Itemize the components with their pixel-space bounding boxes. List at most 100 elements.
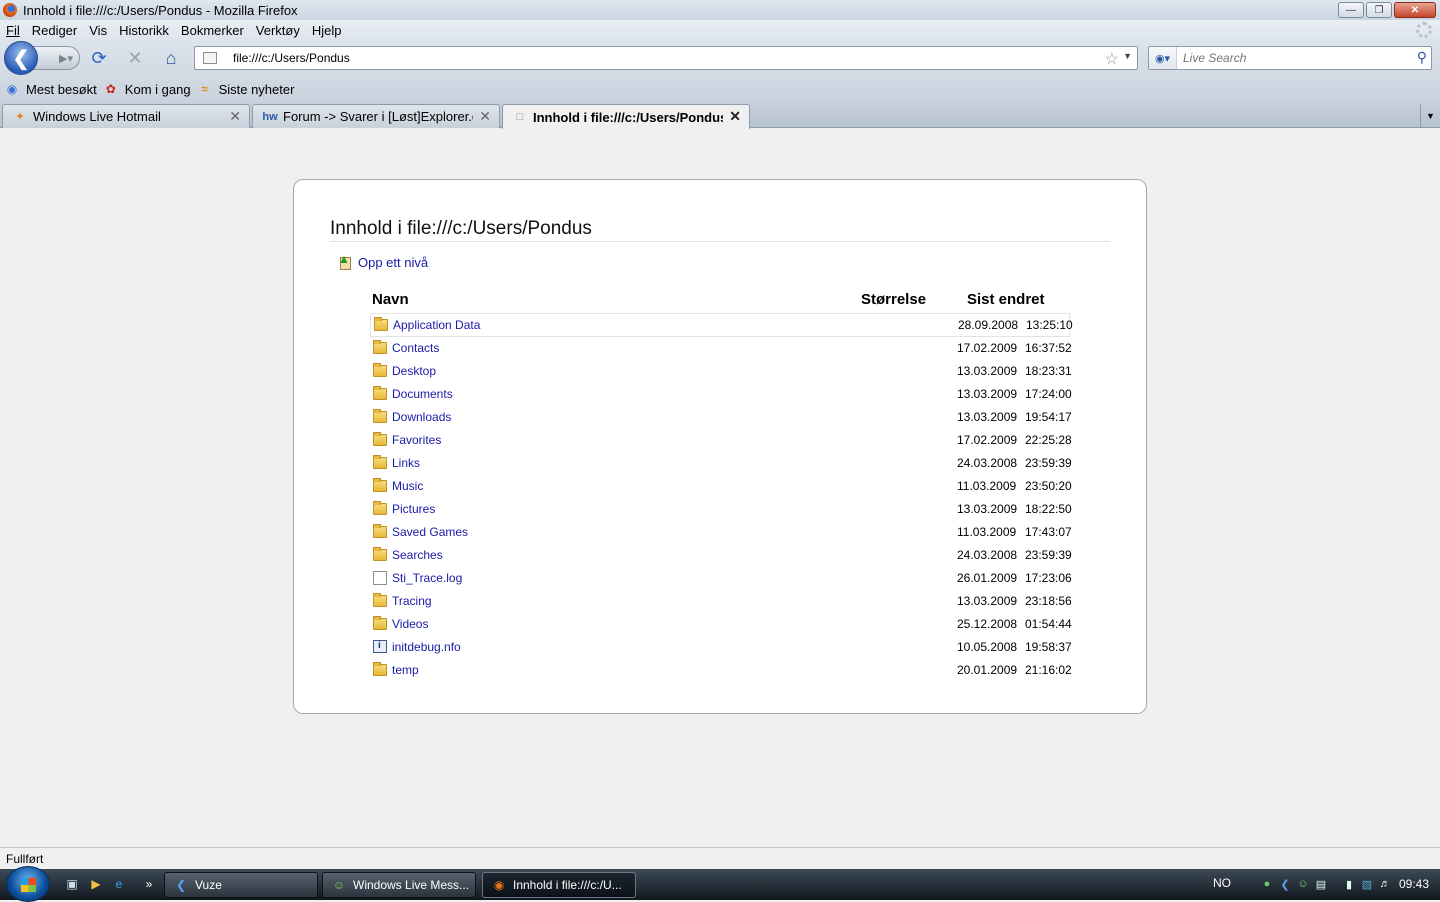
folder-icon [373, 386, 387, 400]
reload-button[interactable]: ⟳ [88, 48, 110, 68]
address-bar[interactable]: file:///c:/Users/Pondus ☆ ▼ [194, 46, 1138, 70]
show-desktop-icon[interactable]: ▣ [64, 877, 80, 891]
file-name-link[interactable]: Sti_Trace.log [392, 571, 462, 585]
tab-close-icon[interactable]: ✕ [229, 108, 241, 125]
menu-bokmerker[interactable]: Bokmerker [181, 23, 244, 38]
network-users-icon[interactable]: ● [1260, 877, 1274, 891]
file-name-link[interactable]: Documents [392, 387, 453, 401]
home-button[interactable]: ⌂ [160, 48, 182, 68]
forward-arrow-icon: ▶▾ [59, 52, 73, 65]
bookmark-mest-besokt[interactable]: ◉ Mest besøkt [4, 81, 97, 97]
folder-icon [374, 317, 388, 331]
menu-verktoy[interactable]: Verktøy [256, 23, 300, 38]
tab-close-icon[interactable]: ✕ [479, 108, 491, 125]
window-titlebar[interactable]: Innhold i file:///c:/Users/Pondus - Mozi… [0, 0, 1440, 20]
table-row: Desktop 13.03.2009 18:23:31 [370, 360, 1072, 383]
folder-icon [373, 363, 387, 377]
column-header-modified[interactable]: Sist endret [967, 291, 1045, 308]
file-table: Navn Størrelse Sist endret Application D… [370, 290, 1073, 682]
bookmark-siste-nyheter[interactable]: ≈ Siste nyheter [197, 81, 294, 97]
search-go-icon[interactable]: ⚲ [1417, 49, 1427, 66]
modified-date: 24.03.2008 [957, 456, 1018, 470]
vuze-icon: ❮ [175, 878, 187, 892]
file-rows: Application Data 28.09.2008 13:25:10 Contac… [370, 314, 1073, 682]
modified-time: 19:58:37 [1025, 640, 1072, 654]
modified-time: 13:25:10 [1026, 318, 1073, 332]
file-name-link[interactable]: Pictures [392, 502, 435, 516]
url-input[interactable]: file:///c:/Users/Pondus [233, 51, 350, 65]
network-icon[interactable]: ▧ [1360, 877, 1374, 891]
modified-time: 01:54:44 [1025, 617, 1072, 631]
navigation-toolbar: ▶▾ ❮ ⟳ ✕ ⌂ file:///c:/Users/Pondus ☆ ▼ ◉… [0, 40, 1440, 76]
column-header-name[interactable]: Navn [372, 291, 409, 308]
menu-historikk[interactable]: Historikk [119, 23, 169, 38]
modified-date: 11.03.2009 [957, 479, 1017, 493]
menu-hjelp[interactable]: Hjelp [312, 23, 342, 38]
column-header-size[interactable]: Størrelse [861, 291, 926, 308]
tray-app-icon[interactable]: ▤ [1314, 877, 1328, 891]
file-name-link[interactable]: Links [392, 456, 420, 470]
file-name-link[interactable]: Videos [392, 617, 428, 631]
file-name-link[interactable]: Music [392, 479, 423, 493]
reload-icon: ⟳ [91, 47, 107, 68]
vuze-tray-icon[interactable]: ❮ [1278, 877, 1292, 891]
status-bar: Fullført [0, 847, 1440, 869]
volume-icon[interactable]: ♬ [1378, 877, 1392, 891]
file-name-link[interactable]: Searches [392, 548, 443, 562]
minimize-button[interactable]: — [1338, 2, 1364, 18]
bookmark-star-icon[interactable]: ☆ [1105, 49, 1119, 69]
internet-explorer-icon[interactable]: e [111, 877, 127, 891]
status-text: Fullført [6, 851, 44, 866]
file-name-link[interactable]: Contacts [392, 341, 439, 355]
folder-icon [373, 409, 387, 423]
file-name-link[interactable]: Favorites [392, 433, 441, 447]
safely-remove-hardware-icon[interactable]: ▮ [1342, 877, 1356, 891]
file-name-link[interactable]: Tracing [392, 594, 432, 608]
close-window-button[interactable]: ✕ [1394, 2, 1436, 18]
start-button[interactable] [6, 866, 50, 902]
modified-time: 22:25:28 [1025, 433, 1072, 447]
table-row: temp 20.01.2009 21:16:02 [370, 659, 1072, 682]
tab-hotmail[interactable]: ✦ Windows Live Hotmail ✕ [2, 104, 250, 128]
task-label: Innhold i file:///c:/U... [513, 878, 622, 892]
taskbar-item-messenger[interactable]: ☺ Windows Live Mess... [322, 872, 476, 898]
quicklaunch-overflow-icon[interactable]: » [141, 877, 157, 891]
tab-forum[interactable]: hw Forum -> Svarer i [Løst]Explorer.exe.… [252, 104, 500, 128]
restore-button[interactable]: ❐ [1366, 2, 1392, 18]
tab-close-icon[interactable]: ✕ [729, 108, 741, 125]
file-name-link[interactable]: Downloads [392, 410, 451, 424]
file-name-link[interactable]: initdebug.nfo [392, 640, 461, 654]
windows-live-icon: ✦ [15, 111, 25, 123]
modified-date: 13.03.2009 [957, 594, 1018, 608]
system-clock[interactable]: 09:43 [1399, 877, 1429, 891]
bookmark-label: Kom i gang [124, 81, 191, 97]
taskbar-item-vuze[interactable]: ❮ Vuze [164, 872, 318, 898]
media-player-icon[interactable]: ▶ [88, 877, 104, 891]
url-history-dropdown-icon[interactable]: ▼ [1123, 51, 1132, 61]
file-name-link[interactable]: temp [392, 663, 419, 677]
tab-directory-listing[interactable]: □ Innhold i file:///c:/Users/Pondus ✕ [502, 104, 750, 129]
tab-list-button[interactable]: ▼ [1420, 104, 1440, 128]
menu-fil[interactable]: Fil [6, 23, 20, 38]
menu-vis[interactable]: Vis [89, 23, 107, 38]
search-input[interactable] [1183, 51, 1403, 65]
file-name-link[interactable]: Desktop [392, 364, 436, 378]
parent-directory-link[interactable]: ▲ Opp ett nivå [338, 253, 428, 270]
table-row: Searches 24.03.2008 23:59:39 [370, 544, 1072, 567]
folder-icon [373, 547, 387, 561]
bookmark-kom-i-gang[interactable]: ✿ Kom i gang [103, 81, 191, 97]
back-button[interactable]: ❮ [4, 41, 38, 75]
messenger-tray-icon[interactable]: ☺ [1296, 877, 1310, 891]
directory-listing-card: Innhold i file:///c:/Users/Pondus ▲ Opp … [293, 179, 1147, 714]
tab-bar: ✦ Windows Live Hotmail ✕ hw Forum -> Sva… [0, 102, 1440, 129]
stop-button[interactable]: ✕ [124, 48, 146, 68]
taskbar-item-firefox[interactable]: ◉ Innhold i file:///c:/U... [482, 872, 636, 898]
language-indicator[interactable]: NO [1213, 876, 1231, 890]
firefox-icon: ◉ [493, 878, 505, 892]
file-icon [373, 571, 387, 585]
file-name-link[interactable]: Saved Games [392, 525, 468, 539]
search-bar: ◉▾ ⚲ [1148, 46, 1432, 70]
file-name-link[interactable]: Application Data [393, 318, 480, 332]
menu-rediger[interactable]: Rediger [32, 23, 78, 38]
search-engine-selector[interactable]: ◉▾ [1149, 47, 1177, 69]
